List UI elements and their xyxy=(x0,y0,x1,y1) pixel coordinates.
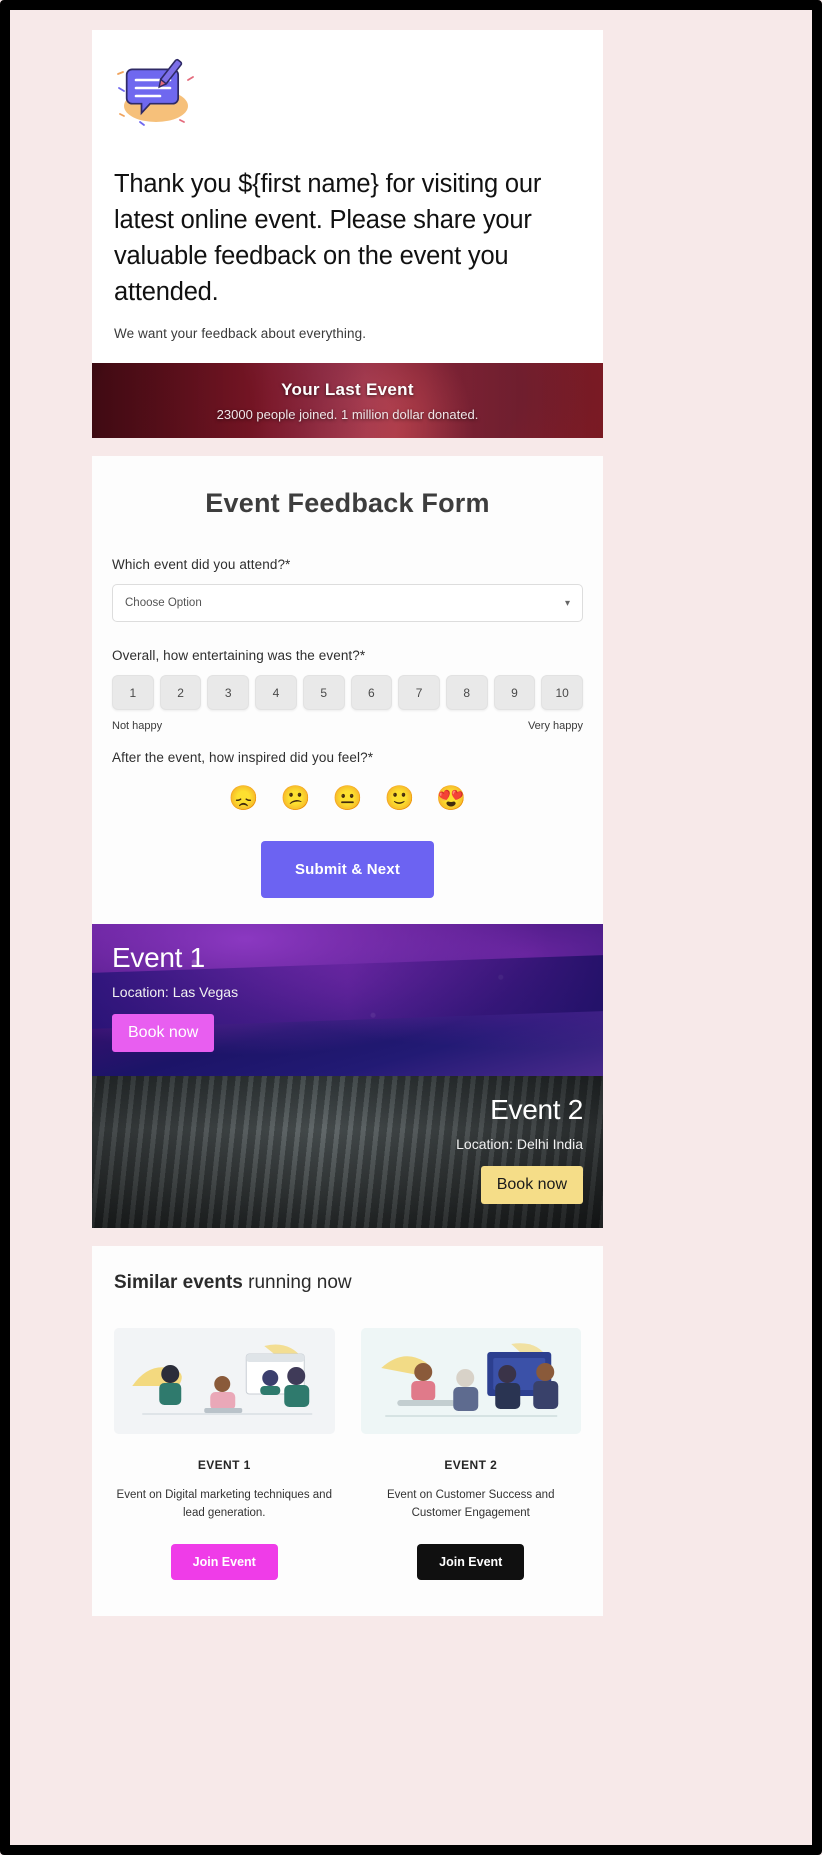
similar-event-1-thumbnail xyxy=(114,1328,335,1434)
sad-face-icon[interactable]: 😞 xyxy=(229,787,259,811)
last-event-banner: Your Last Event 23000 people joined. 1 m… xyxy=(92,363,603,438)
chevron-down-icon: ▾ xyxy=(564,597,570,609)
banner-title: Your Last Event xyxy=(281,379,414,399)
section-gap-2 xyxy=(92,1228,603,1246)
book-now-button-event-2[interactable]: Book now xyxy=(480,1166,583,1204)
confused-face-icon[interactable]: 😕 xyxy=(281,787,311,811)
similar-heading-bold: Similar events xyxy=(114,1272,243,1293)
similar-event-card-2: EVENT 2 Event on Customer Success and Cu… xyxy=(360,1328,581,1580)
scale-high-label: Very happy xyxy=(527,720,583,732)
promo-card-event-1[interactable]: Event 1 Location: Las Vegas Book now xyxy=(92,924,603,1076)
join-event-button-1[interactable]: Join Event xyxy=(170,1544,278,1580)
slight-smile-icon[interactable]: 🙂 xyxy=(384,787,414,811)
promo-1-location: Location: Las Vegas xyxy=(112,984,239,1000)
heart-eyes-icon[interactable]: 😍 xyxy=(436,787,466,811)
promo-1-content: Event 1 Location: Las Vegas Book now xyxy=(112,942,583,1052)
emoji-rating-row: 😞 😕 😐 🙂 😍 xyxy=(112,787,583,811)
rating-option[interactable]: 1 xyxy=(112,675,154,710)
banner-subtitle: 23000 people joined. 1 million dollar do… xyxy=(216,406,479,422)
submit-next-button[interactable]: Submit & Next xyxy=(260,841,435,898)
similar-event-2-thumbnail xyxy=(360,1328,581,1434)
similar-events-heading: Similar events running now xyxy=(114,1272,581,1294)
rating-option[interactable]: 3 xyxy=(207,675,250,710)
neutral-face-icon[interactable]: 😐 xyxy=(333,787,363,811)
rating-option[interactable]: 5 xyxy=(302,675,345,710)
rating-option[interactable]: 2 xyxy=(159,675,202,710)
section-gap xyxy=(92,438,603,456)
feedback-form-section: Event Feedback Form Which event did you … xyxy=(92,456,603,924)
rating-scale: 1 2 3 4 5 6 7 8 9 10 xyxy=(112,675,584,710)
rating-option[interactable]: 4 xyxy=(255,675,297,710)
hero-section: Thank you ${first name} for visiting our… xyxy=(92,30,603,363)
rating-option[interactable]: 6 xyxy=(350,675,393,710)
email-preview-page: Thank you ${first name} for visiting our… xyxy=(0,0,822,1855)
question-1-label: Which event did you attend?* xyxy=(112,557,291,572)
rating-option[interactable]: 10 xyxy=(541,675,584,710)
promo-2-location: Location: Delhi India xyxy=(456,1136,583,1152)
feedback-chat-pencil-icon xyxy=(114,58,196,130)
book-now-button-event-1[interactable]: Book now xyxy=(112,1014,215,1052)
rating-option[interactable]: 7 xyxy=(398,675,440,710)
similar-event-2-name: EVENT 2 xyxy=(444,1458,498,1472)
rating-option[interactable]: 8 xyxy=(445,675,488,710)
question-3-label: After the event, how inspired did you fe… xyxy=(112,750,374,765)
rating-scale-captions: Not happy Very happy xyxy=(112,720,583,732)
rating-option[interactable]: 9 xyxy=(493,675,536,710)
event-select-value: Choose Option xyxy=(125,597,202,609)
similar-event-1-name: EVENT 1 xyxy=(197,1458,251,1472)
email-body: Thank you ${first name} for visiting our… xyxy=(92,30,603,1616)
similar-event-card-1: EVENT 1 Event on Digital marketing techn… xyxy=(114,1328,335,1580)
similar-events-section: Similar events running now EVENT 1 Event… xyxy=(92,1246,603,1616)
question-2-label: Overall, how entertaining was the event?… xyxy=(112,648,366,663)
promo-card-event-2[interactable]: Event 2 Location: Delhi India Book now xyxy=(92,1076,603,1228)
form-title: Event Feedback Form xyxy=(205,488,490,518)
similar-events-grid: EVENT 1 Event on Digital marketing techn… xyxy=(114,1328,581,1580)
similar-event-1-description: Event on Digital marketing techniques an… xyxy=(116,1489,332,1519)
promo-2-content: Event 2 Location: Delhi India Book now xyxy=(112,1094,583,1204)
promo-1-title: Event 1 xyxy=(112,942,205,973)
scale-low-label: Not happy xyxy=(112,720,163,732)
similar-event-2-description: Event on Customer Success and Customer E… xyxy=(387,1489,555,1519)
page-title: Thank you ${first name} for visiting our… xyxy=(114,170,542,306)
submit-row: Submit & Next xyxy=(112,841,583,898)
similar-heading-rest: running now xyxy=(242,1272,352,1293)
promo-2-title: Event 2 xyxy=(490,1094,583,1125)
event-select[interactable]: Choose Option ▾ xyxy=(112,584,583,622)
join-event-button-2[interactable]: Join Event xyxy=(417,1544,525,1580)
hero-subtitle: We want your feedback about everything. xyxy=(114,326,367,341)
